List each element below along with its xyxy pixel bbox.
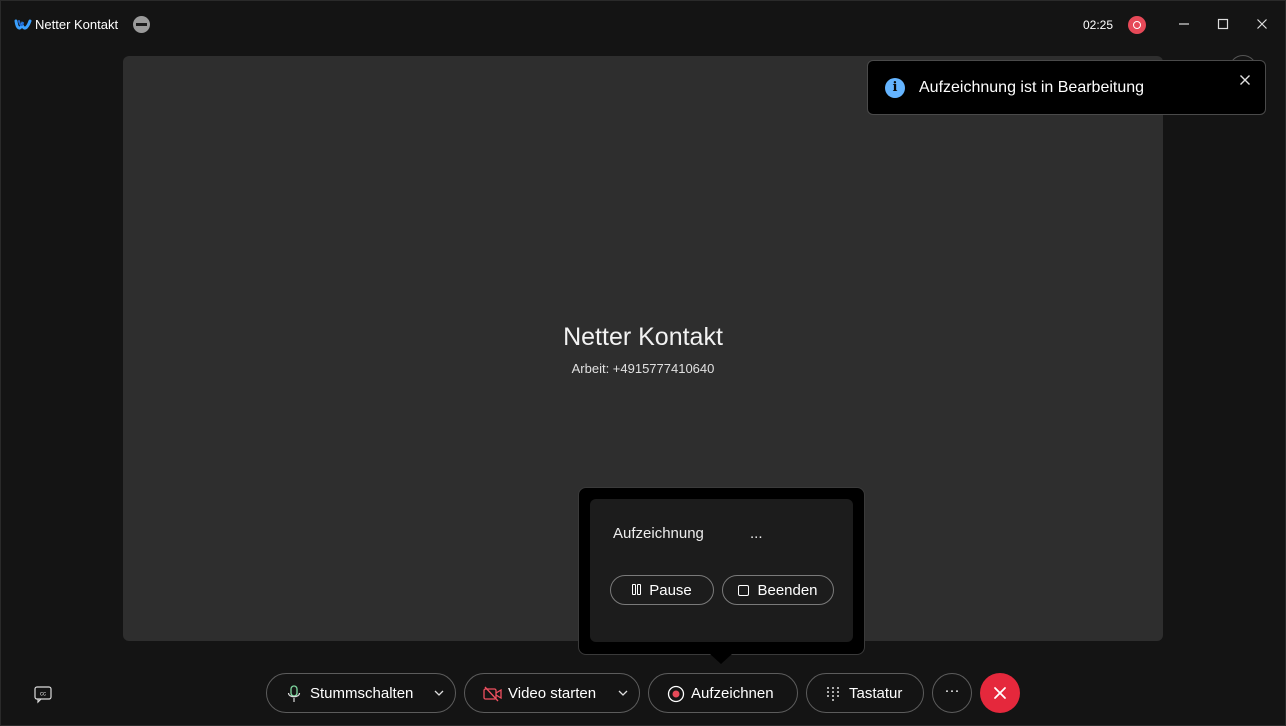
video-off-icon	[483, 686, 502, 702]
mute-label: Stummschalten	[310, 685, 414, 702]
popover-arrow	[710, 654, 732, 664]
pause-label: Pause	[649, 581, 692, 599]
keypad-label: Tastatur	[849, 685, 903, 702]
record-button[interactable]: Aufzeichnen	[648, 673, 798, 713]
call-window: Netter Kontakt 02:25 Netter Kontakt Arbe…	[0, 0, 1286, 726]
start-video-button[interactable]: Video starten	[464, 673, 640, 713]
svg-text:cc: cc	[40, 692, 46, 698]
hangup-button[interactable]	[980, 673, 1020, 713]
more-button[interactable]: ···	[932, 673, 972, 713]
maximize-icon	[1217, 18, 1229, 30]
recording-popover: Aufzeichnung ... Pause Beenden	[578, 487, 865, 655]
recording-toast: i Aufzeichnung ist in Bearbeitung	[867, 60, 1266, 115]
record-icon	[667, 685, 685, 703]
toast-close-button[interactable]	[1236, 73, 1254, 91]
recording-title: Aufzeichnung	[613, 525, 704, 542]
mute-button[interactable]: Stummschalten	[266, 673, 456, 713]
call-timer: 02:25	[1083, 18, 1114, 32]
recording-panel: Aufzeichnung ... Pause Beenden	[590, 499, 853, 642]
minimize-button[interactable]	[1171, 12, 1197, 38]
recording-status: ...	[750, 525, 763, 542]
record-label: Aufzeichnen	[691, 685, 774, 702]
closed-captions-button[interactable]: cc	[32, 683, 54, 705]
chevron-down-icon[interactable]	[617, 687, 629, 699]
toast-message: Aufzeichnung ist in Bearbeitung	[919, 79, 1145, 96]
webex-logo-icon	[14, 19, 32, 30]
minimize-icon	[1179, 23, 1189, 25]
closed-captions-icon: cc	[34, 686, 52, 704]
collapse-icon[interactable]	[133, 16, 150, 33]
window-title: Netter Kontakt	[35, 17, 119, 32]
more-icon: ···	[944, 682, 960, 699]
chevron-down-icon[interactable]	[433, 687, 445, 699]
maximize-button[interactable]	[1210, 12, 1236, 38]
pause-recording-button[interactable]: Pause	[610, 575, 714, 605]
keypad-button[interactable]: Tastatur	[806, 673, 924, 713]
close-window-button[interactable]	[1249, 12, 1275, 38]
keypad-icon	[827, 687, 839, 701]
stop-icon	[738, 584, 750, 596]
video-label: Video starten	[508, 685, 597, 702]
close-icon	[1240, 75, 1250, 85]
contact-number: Arbeit: +4915777410640	[571, 361, 715, 376]
recording-indicator-icon	[1128, 16, 1146, 34]
info-icon: i	[885, 78, 905, 98]
stop-label: Beenden	[757, 581, 818, 599]
stop-recording-button[interactable]: Beenden	[722, 575, 834, 605]
pause-icon	[632, 584, 642, 596]
close-icon	[1257, 19, 1267, 29]
microphone-icon	[287, 685, 301, 702]
contact-name: Netter Kontakt	[563, 323, 723, 351]
title-bar: Netter Kontakt 02:25	[1, 1, 1285, 49]
hangup-icon	[994, 687, 1006, 699]
